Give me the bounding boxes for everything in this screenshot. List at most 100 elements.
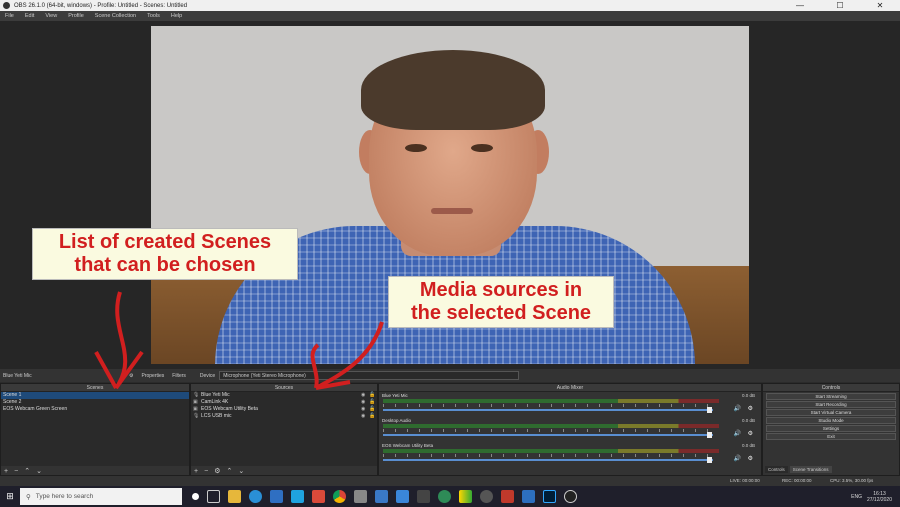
app-icon[interactable] — [522, 490, 535, 503]
source-item[interactable]: 🎙 Blue Yeti Mic ◉ 🔓 — [191, 392, 377, 399]
task-view-icon[interactable] — [207, 490, 220, 503]
source-settings-gear-icon[interactable]: ⚙ — [214, 467, 220, 475]
channel-db: 0.0 dB — [741, 393, 755, 398]
menu-view[interactable]: View — [40, 13, 63, 19]
windows-start-icon[interactable]: ⊞ — [0, 491, 20, 502]
controls-header: Controls — [763, 384, 899, 392]
properties-button[interactable]: Properties — [137, 373, 168, 379]
camera-icon: ▣ — [193, 399, 198, 405]
remove-source-button[interactable]: − — [204, 468, 208, 475]
photoshop-icon[interactable] — [543, 490, 556, 503]
sources-list: 🎙 Blue Yeti Mic ◉ 🔓 ▣ CamLink 4K ◉ 🔓 ▣ E… — [191, 392, 377, 466]
zoom-icon[interactable] — [396, 490, 409, 503]
volume-slider[interactable] — [383, 434, 713, 436]
move-source-down-button[interactable]: ⌄ — [238, 467, 244, 475]
scene-item-1[interactable]: Scene 1 — [1, 392, 189, 399]
studio-mode-button[interactable]: Studio Mode — [766, 417, 896, 424]
meter-ticks — [383, 454, 719, 457]
menu-file[interactable]: File — [0, 13, 20, 19]
app-icon[interactable] — [480, 490, 493, 503]
menu-profile[interactable]: Profile — [63, 13, 90, 19]
channel-name: EOS Webcam Utility Beta — [382, 443, 434, 448]
lock-icon[interactable]: 🔓 — [369, 392, 377, 399]
source-item[interactable]: ▣ CamLink 4K ◉ 🔓 — [191, 399, 377, 406]
close-button[interactable]: ✕ — [860, 0, 900, 11]
filters-button[interactable]: Filters — [168, 373, 190, 379]
channel-db: 0.0 dB — [741, 443, 755, 448]
speaker-icon[interactable]: 🔊 — [734, 430, 741, 437]
source-label: LCS USB mic — [201, 413, 232, 419]
app-icon[interactable] — [438, 490, 451, 503]
file-explorer-icon[interactable] — [228, 490, 241, 503]
search-icon: ⚲ — [26, 493, 31, 501]
gear-icon[interactable]: ⚙ — [748, 455, 753, 462]
source-toolbar: Blue Yeti Mic ⚙ Properties Filters Devic… — [0, 369, 900, 382]
app-icon[interactable] — [417, 490, 430, 503]
scenes-list: Scene 1 Scene 2 EOS Webcam Green Screen — [1, 392, 189, 466]
speaker-icon[interactable]: 🔊 — [734, 405, 741, 412]
mic-icon: 🎙 — [193, 413, 200, 419]
volume-meter — [383, 424, 719, 428]
app-icon[interactable] — [459, 490, 472, 503]
edge-icon[interactable] — [249, 490, 262, 503]
add-source-button[interactable]: + — [194, 468, 198, 475]
lock-icon[interactable]: 🔓 — [369, 413, 377, 420]
device-select[interactable]: Microphone (Yeti Stereo Microphone) — [219, 371, 520, 380]
volume-slider-handle[interactable] — [707, 457, 712, 463]
obs-icon[interactable] — [564, 490, 577, 503]
mixer-channel: Desktop Audio 0.0 dB 🔊 ⚙ — [379, 417, 761, 442]
settings-button[interactable]: Settings — [766, 425, 896, 432]
move-source-up-button[interactable]: ⌃ — [226, 467, 232, 475]
lock-icon[interactable]: 🔓 — [369, 399, 377, 406]
minimize-button[interactable]: — — [780, 0, 820, 11]
menu-help[interactable]: Help — [166, 13, 188, 19]
start-virtual-camera-button[interactable]: Start Virtual Camera — [766, 409, 896, 416]
move-scene-down-button[interactable]: ⌄ — [36, 467, 42, 475]
mail-icon[interactable] — [270, 490, 283, 503]
gear-icon[interactable]: ⚙ — [748, 405, 753, 412]
menu-edit[interactable]: Edit — [20, 13, 40, 19]
eye-icon[interactable]: ◉ — [361, 392, 369, 399]
source-item[interactable]: ▣ EOS Webcam Utility Beta ◉ 🔓 — [191, 406, 377, 413]
word-icon[interactable] — [375, 490, 388, 503]
eye-icon[interactable]: ◉ — [361, 399, 369, 406]
app-s-icon[interactable] — [312, 490, 325, 503]
cortana-icon[interactable] — [192, 493, 199, 500]
gear-icon[interactable]: ⚙ — [748, 430, 753, 437]
volume-slider[interactable] — [383, 459, 713, 461]
volume-slider-handle[interactable] — [707, 407, 712, 413]
taskbar-clock[interactable]: 16:13 27/12/2020 — [867, 491, 892, 503]
tab-controls[interactable]: Controls — [765, 466, 788, 473]
gear-icon[interactable]: ⚙ — [125, 373, 137, 379]
app-icon[interactable] — [501, 490, 514, 503]
source-label: Blue Yeti Mic — [201, 392, 230, 398]
lock-icon[interactable]: 🔓 — [369, 406, 377, 413]
eye-icon[interactable]: ◉ — [361, 406, 369, 413]
speaker-icon[interactable]: 🔊 — [734, 455, 741, 462]
audio-mixer-header: Audio Mixer — [379, 384, 761, 392]
add-scene-button[interactable]: + — [4, 468, 8, 475]
language-indicator[interactable]: ENG — [851, 494, 862, 500]
controls-tabs: Controls Scene Transitions — [763, 466, 832, 473]
tab-scene-transitions[interactable]: Scene Transitions — [789, 466, 832, 473]
taskbar-search[interactable]: ⚲ Type here to search — [20, 488, 182, 505]
exit-button[interactable]: Exit — [766, 433, 896, 440]
volume-slider-handle[interactable] — [707, 432, 712, 438]
source-item[interactable]: 🎙 LCS USB mic ◉ 🔓 — [191, 413, 377, 420]
remove-scene-button[interactable]: − — [14, 468, 18, 475]
skype-icon[interactable] — [291, 490, 304, 503]
chrome-icon[interactable] — [333, 490, 346, 503]
scene-item-3[interactable]: EOS Webcam Green Screen — [1, 406, 189, 413]
app-icon[interactable] — [354, 490, 367, 503]
search-placeholder: Type here to search — [35, 493, 94, 500]
start-streaming-button[interactable]: Start Streaming — [766, 393, 896, 400]
maximize-button[interactable]: ☐ — [820, 0, 860, 11]
volume-slider[interactable] — [383, 409, 713, 411]
scene-item-2[interactable]: Scene 2 — [1, 399, 189, 406]
move-scene-up-button[interactable]: ⌃ — [24, 467, 30, 475]
taskbar-date: 27/12/2020 — [866, 496, 892, 503]
menu-tools[interactable]: Tools — [142, 13, 166, 19]
start-recording-button[interactable]: Start Recording — [766, 401, 896, 408]
menu-scene-collection[interactable]: Scene Collection — [90, 13, 142, 19]
eye-icon[interactable]: ◉ — [361, 413, 369, 420]
